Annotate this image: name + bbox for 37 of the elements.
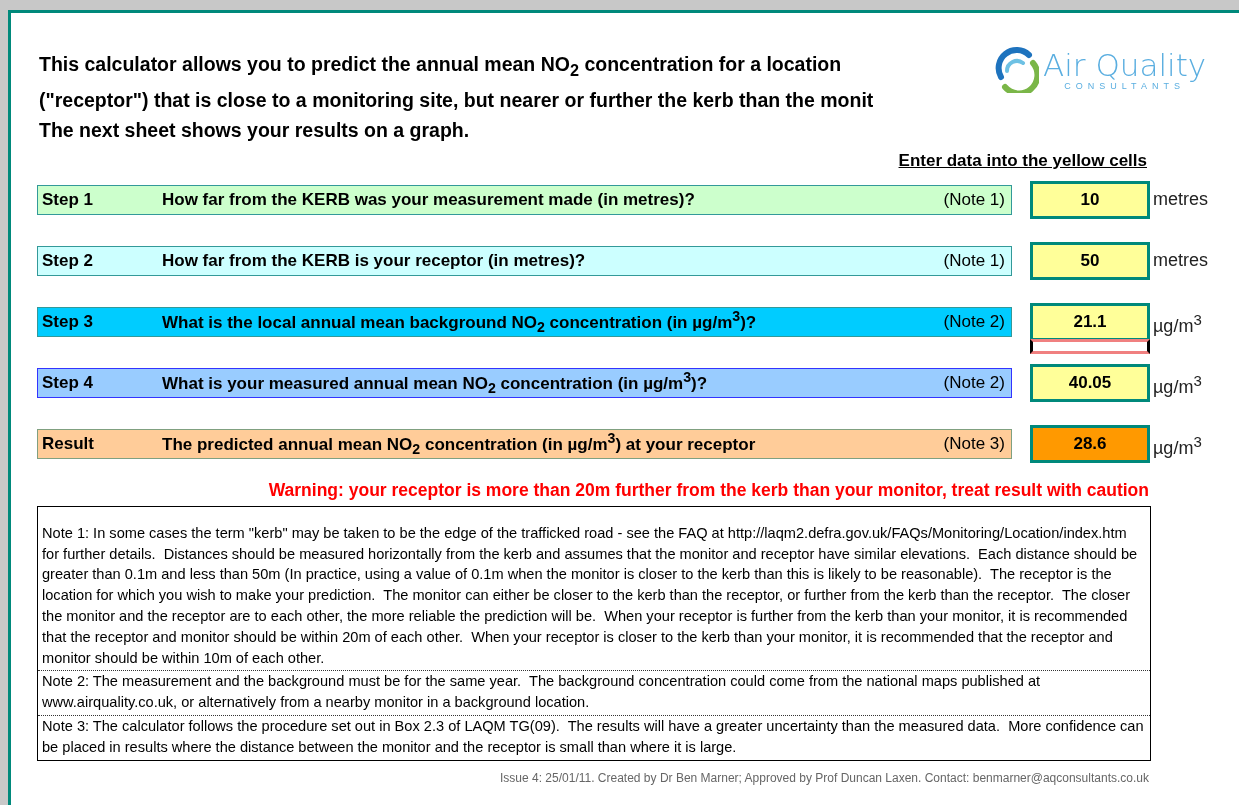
- swirl-logo-icon: [993, 47, 1039, 93]
- note-reference: (Note 1): [943, 250, 1005, 271]
- step-label: Step 3: [42, 311, 95, 332]
- step-label: Result: [42, 433, 95, 454]
- intro-text: ("receptor") that is close to a monitoring site, but nearer or further the kerb than the monit: [39, 87, 875, 113]
- note-text: Note 2: The measurement and the background must be for the same year. The background concentration could come from the national maps published at www.airquality.co.uk, or alternatively from a nearby monitor in a background location.: [38, 671, 1150, 717]
- intro-text: The next sheet shows your results on a graph.: [39, 117, 471, 143]
- note-text: Note 3: The calculator follows the procedure set out in Box 2.3 of LAQM TG(09). The results will have a greater uncertainty than the measured data. More confidence can be placed in results where the distance between the monitor and the receptor is small than where it is large.: [41, 717, 1145, 757]
- input-cell[interactable]: 40.05: [1030, 363, 1150, 402]
- unit-label: metres: [1153, 248, 1208, 271]
- note-reference: (Note 1): [943, 189, 1005, 210]
- intro-text: This calculator allows you to predict the annual mean NO$_{2}$ concentration for a location: [39, 52, 843, 81]
- unit-label: µg/m$^{3}$: [1153, 309, 1202, 337]
- step-question: The predicted annual mean NO$_{2}$ concentration (in µg/m$^{3}$) at your receptor: [162, 430, 757, 458]
- logo-name: Air Quality: [1043, 49, 1207, 81]
- step-label: Step 2: [42, 250, 95, 271]
- unit-label: µg/m$^{3}$: [1153, 431, 1202, 459]
- instruction-text: Enter data into the yellow cells: [898, 150, 1147, 171]
- input-cell[interactable]: 50: [1030, 241, 1150, 280]
- step-question: What is the local annual mean background NO$_{2}$ concentration (in µg/m$^{3}$)?: [162, 308, 758, 336]
- footer-text: Issue 4: 25/01/11. Created by Dr Ben Marner; Approved by Prof Duncan Laxen. Contact: benmarner@aqconsultants.co.uk: [499, 770, 1149, 785]
- result-cell: 28.6: [1030, 424, 1150, 463]
- unit-label: metres: [1153, 187, 1208, 210]
- note-text: Note 1: In some cases the term "kerb" may be taken to be the edge of the trafficked road - see the FAQ at http://laqm2.defra.gov.uk/FAQs/Monitoring/Location/index.htm for further details. Distances should be measured horizontally from the kerb and assumes that the monitor and receptor have similar elevations. Each distance should be greater than 0.1m and less than 50m (In practice, using a value of 0.1m when the monitor is closer to the kerb than this is likely to be reasonable). The receptor is the location for which you wish to make your prediction. The monitor can either be closer to the kerb than the receptor, or further from the kerb than the receptor. The closer the monitor and the receptor are to each other, the more reliable the prediction will be. When your receptor is further from the kerb than your monitor, it is recommended that the receptor and monitor should be within 20m of each other. When your receptor is closer to the kerb than your monitor, it is recommended that the receptor and monitor should be within 10m of each other.: [38, 522, 1150, 672]
- step-label: Step 4: [42, 372, 95, 393]
- step-question: How far from the KERB was your measurement made (in metres)?: [162, 189, 696, 210]
- note-reference: (Note 3): [943, 433, 1005, 454]
- input-cell[interactable]: 10: [1030, 180, 1150, 219]
- logo-tagline: CONSULTANTS: [1063, 81, 1185, 91]
- step-question: What is your measured annual mean NO$_{2}$ concentration (in µg/m$^{3}$)?: [162, 369, 709, 397]
- unit-label: µg/m$^{3}$: [1153, 370, 1202, 398]
- note-reference: (Note 2): [943, 372, 1005, 393]
- note-reference: (Note 2): [943, 311, 1005, 332]
- input-cell[interactable]: 21.1: [1030, 302, 1150, 341]
- step-label: Step 1: [42, 189, 95, 210]
- warning-text: Warning: your receptor is more than 20m further from the kerb than your monitor, treat result with caution: [267, 479, 1149, 501]
- step-question: How far from the KERB is your receptor (in metres)?: [162, 250, 587, 271]
